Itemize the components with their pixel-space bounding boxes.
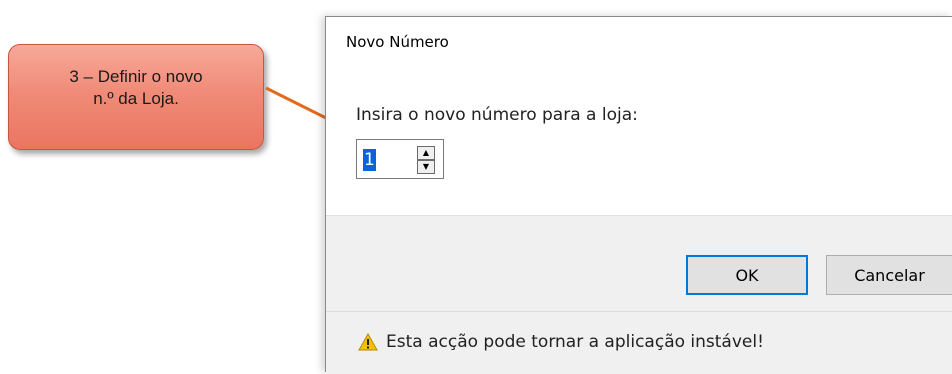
warning-footer: Esta acção pode tornar a aplicação instá… bbox=[326, 311, 952, 374]
warning-icon bbox=[358, 333, 378, 351]
spinner-down-button[interactable]: ▼ bbox=[417, 160, 435, 174]
new-number-dialog: Novo Número Insira o novo número para a … bbox=[325, 16, 952, 374]
triangle-down-icon: ▼ bbox=[422, 162, 430, 171]
ok-button[interactable]: OK bbox=[686, 255, 808, 295]
warning-text: Esta acção pode tornar a aplicação instá… bbox=[386, 332, 764, 352]
triangle-up-icon: ▲ bbox=[422, 148, 430, 157]
callout-text: 3 – Definir o novo n.º da Loja. bbox=[69, 67, 203, 108]
spinner-up-button[interactable]: ▲ bbox=[417, 146, 435, 160]
button-bar: OK Cancelar bbox=[326, 215, 952, 312]
annotation-callout: 3 – Definir o novo n.º da Loja. bbox=[8, 44, 264, 150]
spinner-value[interactable]: 1 bbox=[363, 149, 376, 171]
store-number-spinner[interactable]: 1 ▲ ▼ bbox=[356, 139, 444, 179]
cancel-button[interactable]: Cancelar bbox=[826, 255, 952, 295]
prompt-label: Insira o novo número para a loja: bbox=[356, 105, 638, 125]
dialog-title: Novo Número bbox=[346, 33, 449, 51]
